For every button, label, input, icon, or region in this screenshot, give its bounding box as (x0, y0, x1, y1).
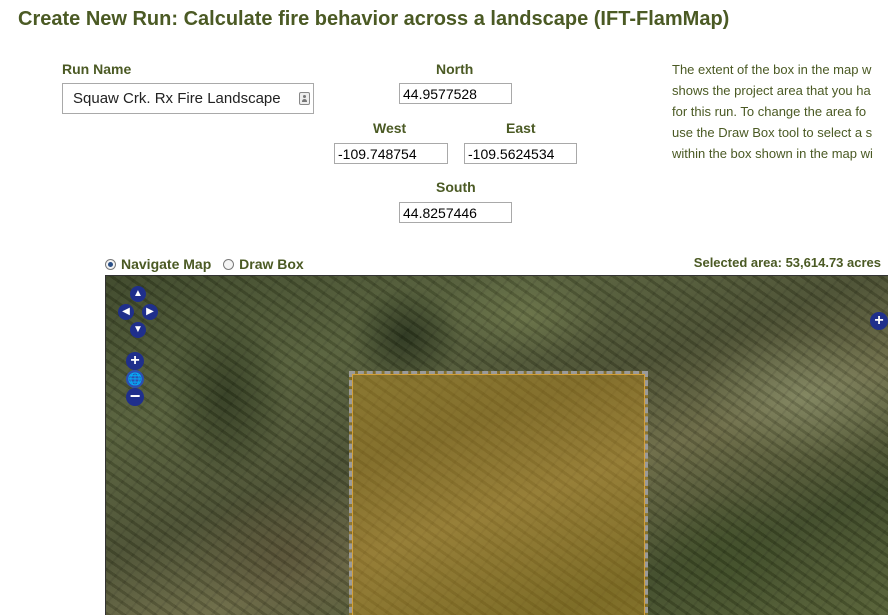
help-line: use the Draw Box tool to select a s (672, 125, 873, 140)
south-label: South (436, 179, 476, 195)
selected-area-box[interactable] (349, 371, 648, 615)
satellite-map[interactable]: ▲ ◀ ▶ ▼ + 🌐 − + (105, 275, 888, 615)
help-line: shows the project area that you ha (672, 83, 871, 98)
east-input[interactable] (464, 143, 577, 164)
pan-control: ▲ ◀ ▶ ▼ (118, 286, 158, 342)
navigate-map-label[interactable]: Navigate Map (121, 256, 211, 272)
help-line: within the box shown in the map wi (672, 146, 873, 161)
run-name-input[interactable] (63, 84, 293, 113)
run-name-label: Run Name (62, 61, 132, 77)
navigate-map-option[interactable]: Navigate Map (105, 256, 215, 272)
zoom-out-icon[interactable]: − (126, 387, 144, 406)
help-text: The extent of the box in the map w shows… (672, 59, 888, 164)
pan-left-icon[interactable]: ◀ (118, 304, 134, 320)
west-label: West (373, 120, 407, 136)
north-input[interactable] (399, 83, 512, 104)
west-input[interactable] (334, 143, 448, 164)
layer-switcher-icon[interactable]: + (870, 312, 888, 330)
page-title: Create New Run: Calculate fire behavior … (18, 8, 730, 30)
pan-up-icon[interactable]: ▲ (130, 286, 146, 302)
navigate-map-radio[interactable] (105, 259, 116, 270)
run-name-field[interactable] (62, 83, 314, 114)
draw-box-label[interactable]: Draw Box (239, 256, 304, 272)
draw-box-option[interactable]: Draw Box (223, 256, 304, 272)
contact-card-icon (299, 92, 310, 105)
draw-box-radio[interactable] (223, 259, 235, 270)
pan-down-icon[interactable]: ▼ (130, 322, 146, 338)
help-line: The extent of the box in the map w (672, 62, 872, 77)
pan-right-icon[interactable]: ▶ (142, 304, 158, 320)
map-mode-selector: Navigate Map Draw Box (105, 256, 312, 272)
south-input[interactable] (399, 202, 512, 223)
east-label: East (506, 120, 536, 136)
selected-area-text: Selected area: 53,614.73 acres (693, 255, 881, 270)
help-line: for this run. To change the area fo (672, 104, 867, 119)
north-label: North (436, 61, 474, 77)
zoom-in-icon[interactable]: + (126, 352, 144, 370)
